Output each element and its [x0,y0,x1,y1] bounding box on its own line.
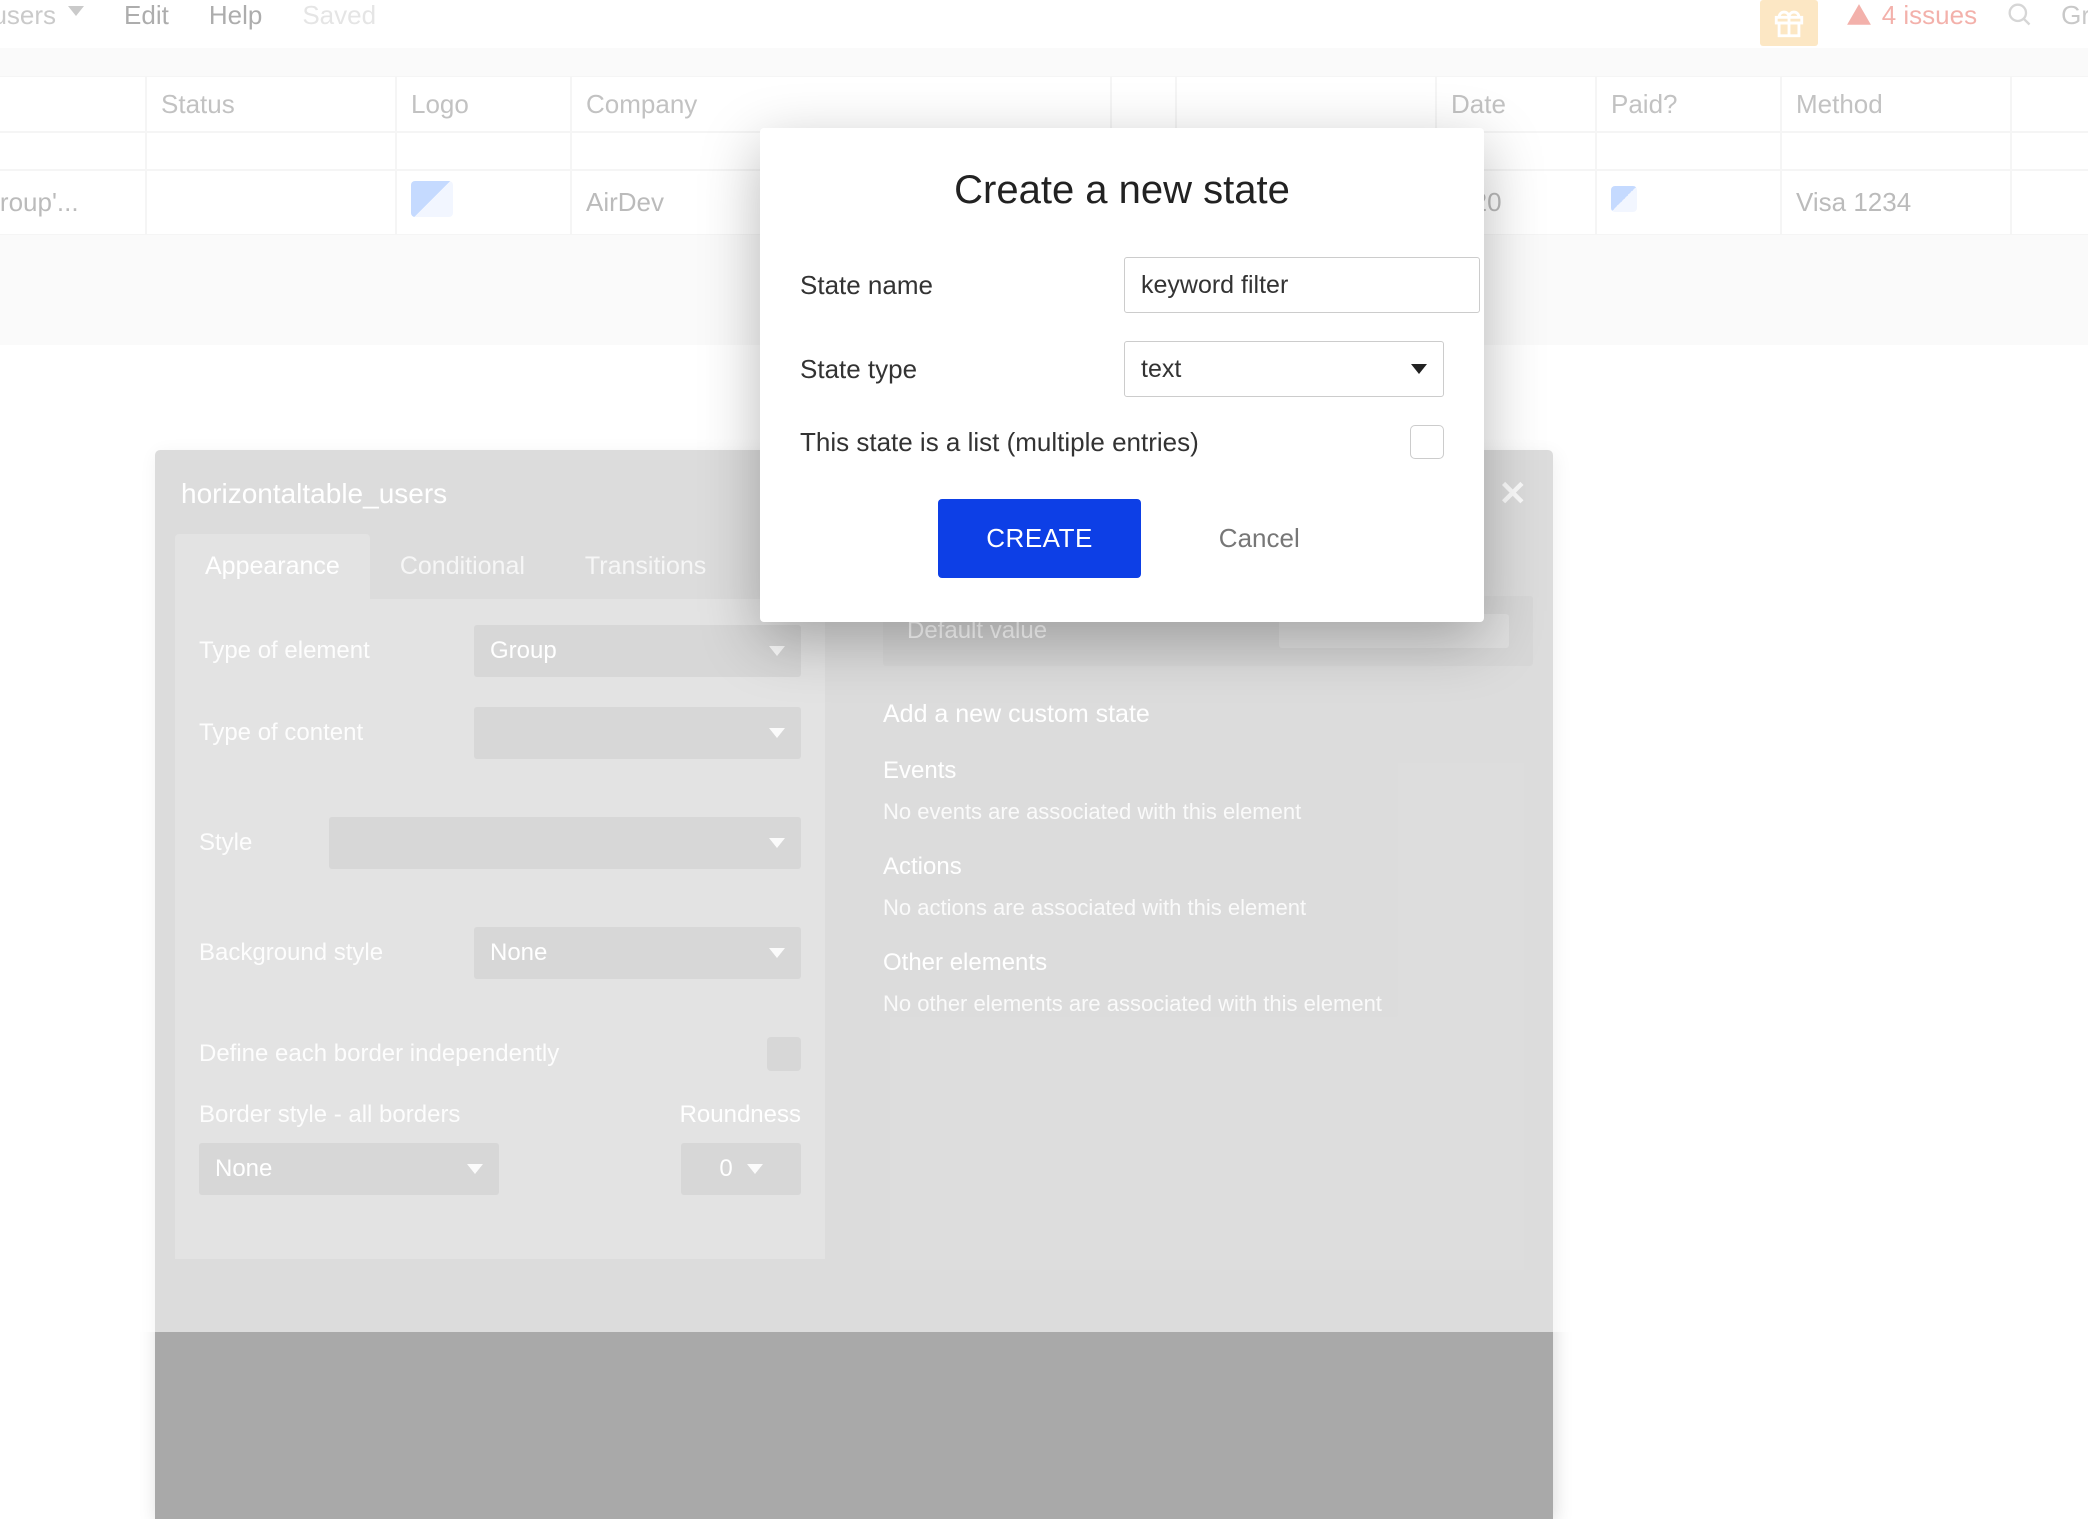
chevron-down-icon [467,1164,483,1174]
table-header-row: Status Logo Company Date Paid? Method [0,76,2088,132]
col-method[interactable]: Method [1781,76,2011,132]
col-0[interactable] [0,76,146,132]
checkbox-define-border[interactable] [767,1037,801,1071]
menu-edit[interactable]: Edit [124,0,169,31]
gift-icon [1772,6,1806,40]
close-icon[interactable]: ✕ [1499,474,1528,514]
tab-conditional[interactable]: Conditional [370,534,555,599]
chevron-down-icon [747,1164,763,1174]
state-type-select[interactable]: text [1124,341,1444,397]
cell-9[interactable] [2011,170,2088,235]
editor-tabs: Appearance Conditional Transitions [175,534,825,599]
col-9[interactable] [2011,76,2088,132]
state-type-value: text [1141,355,1181,384]
cell-status[interactable] [146,170,396,235]
col-status[interactable]: Status [146,76,396,132]
col-date[interactable]: Date [1436,76,1596,132]
events-note: No events are associated with this eleme… [883,799,1533,825]
label-border-style: Border style - all borders [199,1101,499,1129]
label-type-of-element: Type of element [199,637,454,665]
menu-help[interactable]: Help [209,0,262,31]
gift-button[interactable] [1760,0,1818,46]
chevron-down-icon [68,6,84,16]
warning-icon [1846,2,1872,28]
cell-paid[interactable] [1596,170,1781,235]
topbar: _users Edit Help Saved 4 issues [0,0,2088,48]
select-type-of-element[interactable]: Group [474,625,801,677]
create-state-modal: Create a new state State name State type… [760,128,1484,622]
grid-label-truncated[interactable]: Gr [2061,0,2088,31]
actions-heading: Actions [883,853,1533,881]
other-note: No other elements are associated with th… [883,991,1533,1017]
search-icon [2005,0,2033,28]
col-logo[interactable]: Logo [396,76,571,132]
create-button[interactable]: CREATE [938,499,1141,578]
cell-0[interactable]: t group'... [0,170,146,235]
chevron-down-icon [769,838,785,848]
image-chip-icon [411,181,453,217]
chevron-down-icon [769,948,785,958]
chevron-down-icon [1411,364,1427,374]
select-border-style[interactable]: None [199,1143,499,1195]
cancel-button[interactable]: Cancel [1213,522,1306,555]
cell-method[interactable]: Visa 1234 [1781,170,2011,235]
add-custom-state-link[interactable]: Add a new custom state [883,700,1533,729]
cell-logo[interactable] [396,170,571,235]
col-4[interactable] [1111,76,1176,132]
saved-status: Saved [302,0,376,31]
col-company[interactable]: Company [571,76,1111,132]
chevron-down-icon [769,646,785,656]
tab-appearance[interactable]: Appearance [175,534,370,599]
label-define-border: Define each border independently [199,1040,579,1068]
select-roundness[interactable]: 0 [681,1143,801,1195]
issues-indicator[interactable]: 4 issues [1846,0,1977,31]
events-heading: Events [883,757,1533,785]
label-style: Style [199,829,309,857]
label-is-list: This state is a list (multiple entries) [800,427,1384,458]
tab-transitions[interactable]: Transitions [555,534,736,599]
modal-title: Create a new state [800,168,1444,213]
label-state-type: State type [800,354,1098,385]
issues-count: 4 issues [1882,0,1977,31]
col-paid[interactable]: Paid? [1596,76,1781,132]
state-name-input[interactable] [1124,257,1480,313]
page-dropdown[interactable]: _users [0,0,84,31]
select-bg-style[interactable]: None [474,927,801,979]
select-style[interactable] [329,817,801,869]
label-type-of-content: Type of content [199,719,454,747]
search-button[interactable] [2005,0,2033,35]
label-bg-style: Background style [199,939,454,967]
label-roundness: Roundness [680,1101,801,1129]
page-name: _users [0,0,56,31]
col-5[interactable] [1176,76,1436,132]
is-list-checkbox[interactable] [1410,425,1444,459]
label-state-name: State name [800,270,1098,301]
select-type-of-content[interactable] [474,707,801,759]
chevron-down-icon [769,728,785,738]
other-heading: Other elements [883,949,1533,977]
image-chip-icon [1611,186,1637,212]
actions-note: No actions are associated with this elem… [883,895,1533,921]
